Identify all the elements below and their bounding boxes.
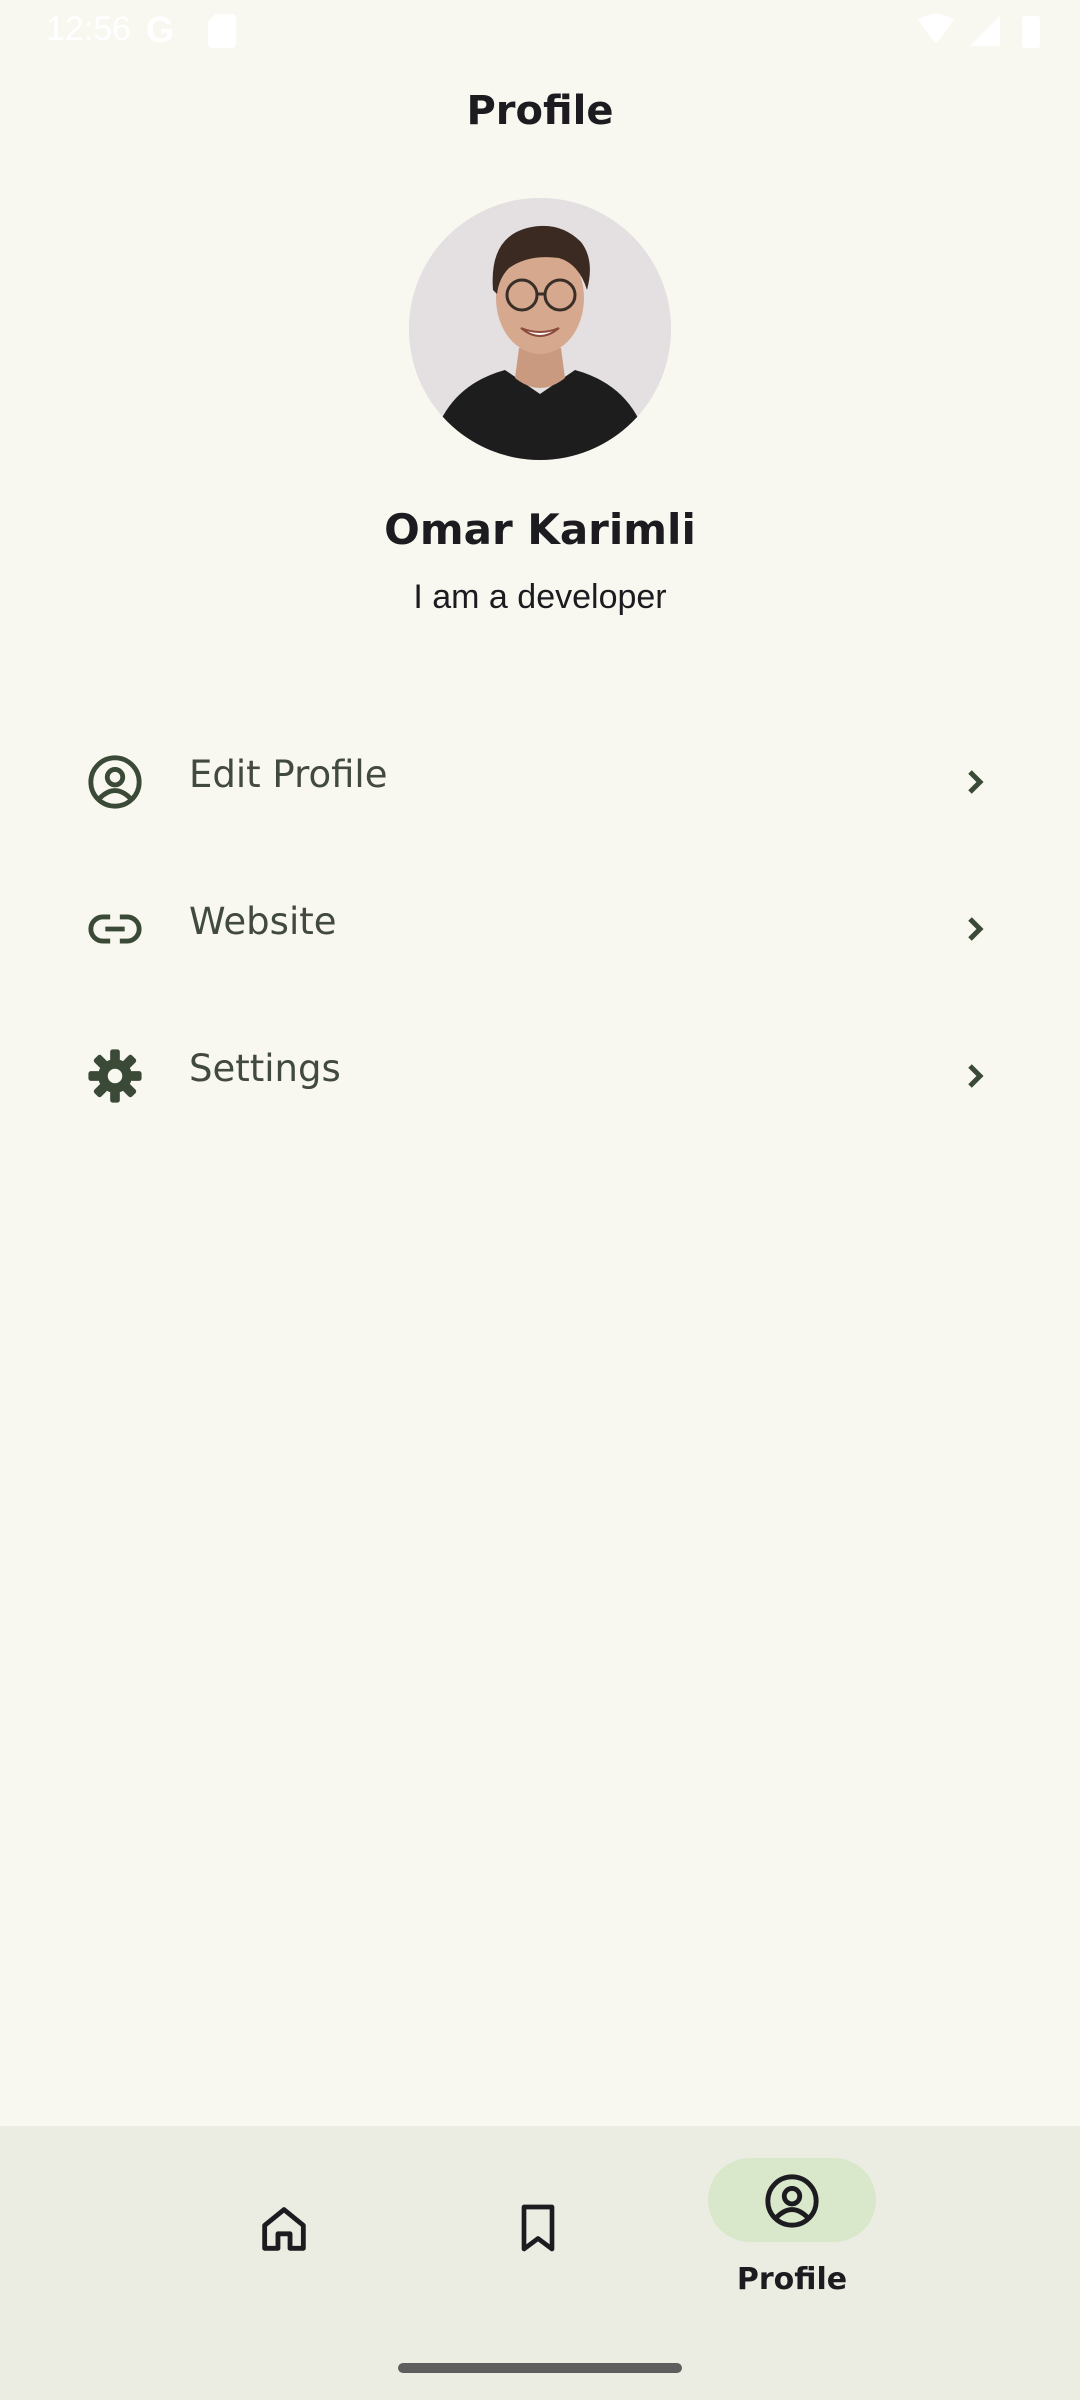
home-icon <box>262 2207 306 2251</box>
menu-item-label: Edit Profile <box>189 753 388 796</box>
system-status-icons <box>918 14 1040 48</box>
battery-icon <box>1022 16 1040 48</box>
nav-item-home[interactable] <box>185 2126 385 2326</box>
status-bar: 12:56 G <box>0 0 1080 62</box>
link-icon <box>88 914 142 944</box>
avatar-photo <box>409 198 671 460</box>
sd-card-icon <box>208 14 236 48</box>
chevron-right-icon <box>968 1064 984 1088</box>
nav-label-profile[interactable]: Profile <box>690 2262 894 2297</box>
bookmark-icon <box>521 2204 555 2252</box>
home-indicator[interactable] <box>398 2363 682 2373</box>
nav-item-profile[interactable] <box>708 2158 876 2242</box>
account-circle-icon <box>765 2174 819 2228</box>
nav-item-bookmarks[interactable] <box>438 2126 638 2326</box>
page-title: Profile <box>466 88 614 134</box>
menu-item-website[interactable]: Website <box>0 858 1080 998</box>
wifi-icon <box>918 14 954 44</box>
account-circle-icon <box>88 755 142 809</box>
chevron-right-icon <box>968 770 984 794</box>
profile-bio: I am a developer <box>413 578 667 616</box>
gear-icon <box>88 1049 142 1103</box>
profile-name: Omar Karimli <box>384 505 696 554</box>
menu-item-label: Settings <box>189 1047 341 1090</box>
menu-item-settings[interactable]: Settings <box>0 1005 1080 1145</box>
google-icon: G <box>146 9 175 50</box>
menu-item-edit-profile[interactable]: Edit Profile <box>0 711 1080 851</box>
menu-item-label: Website <box>189 900 337 943</box>
chevron-right-icon <box>968 917 984 941</box>
signal-icon <box>970 16 1000 46</box>
status-time: 12:56 <box>46 10 132 48</box>
avatar[interactable] <box>409 198 671 460</box>
